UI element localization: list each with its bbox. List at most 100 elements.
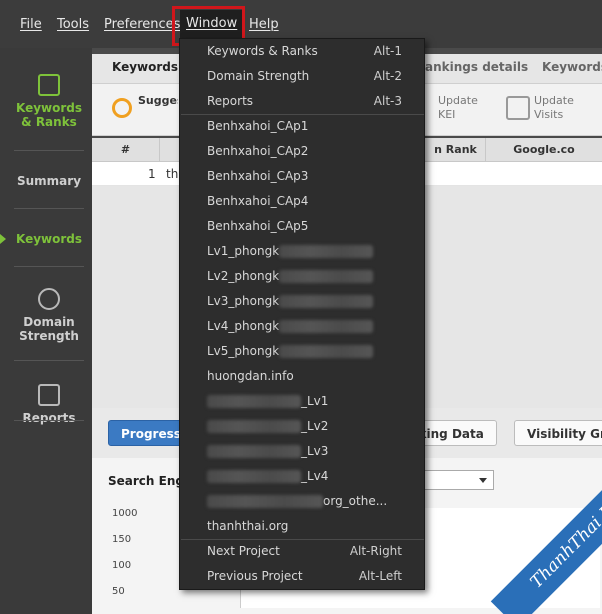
menu-item-label: Lv5_phongk <box>207 344 280 358</box>
menu-item-project[interactable]: Lv4_phongk <box>180 314 424 339</box>
menu-item-label: Benhxahoi_CAp4 <box>207 194 309 208</box>
sidebar-item-summary[interactable]: Summary <box>12 174 86 188</box>
blurred-text <box>279 270 374 283</box>
sidebar-item-keywords-ranks[interactable]: Keywords & Ranks <box>12 74 86 129</box>
menu-item-next-project[interactable]: Next Project Alt-Right <box>180 539 424 564</box>
sidebar-divider <box>14 420 84 421</box>
menu-item-label: Lv1_phongk <box>207 244 280 258</box>
menu-item-project[interactable]: Lv2_phongk <box>180 264 424 289</box>
sidebar-item-label: Summary <box>16 174 82 188</box>
update-kei-button[interactable]: Update KEI <box>438 94 478 122</box>
menu-tools[interactable]: Tools <box>57 17 89 32</box>
menu-item-label: Benhxahoi_CAp1 <box>207 119 309 133</box>
menu-item-reports[interactable]: Reports Alt-3 <box>180 89 424 114</box>
suggest-keyword-button[interactable]: Suggest Keyword <box>138 94 178 108</box>
menu-item-label: _Lv1 <box>301 394 329 408</box>
menu-item-label: _Lv3 <box>301 444 329 458</box>
menu-item-shortcut: Alt-1 <box>373 44 402 58</box>
blurred-text <box>207 495 323 508</box>
watermark-ribbon: ThanhThai Blog <box>490 474 602 614</box>
sidebar-item-reports[interactable]: Reports <box>12 384 86 425</box>
menu-item-label: org_othe... <box>323 494 388 508</box>
sidebar-item-domain-strength[interactable]: Domain Strength <box>12 288 86 343</box>
blurred-text <box>279 245 374 258</box>
menu-item-shortcut: Alt-3 <box>373 94 402 108</box>
menu-item-project[interactable]: _Lv4 <box>180 464 424 489</box>
menu-item-project[interactable]: thanhthai.org <box>180 514 424 539</box>
blurred-text <box>279 345 374 358</box>
menu-item-label: Previous Project <box>207 569 303 583</box>
lightbulb-icon <box>112 98 132 118</box>
menu-item-domain-strength[interactable]: Domain Strength Alt-2 <box>180 64 424 89</box>
menu-item-project[interactable]: Benhxahoi_CAp3 <box>180 164 424 189</box>
menu-item-label: Benhxahoi_CAp5 <box>207 219 309 233</box>
selected-arrow-icon <box>0 234 6 244</box>
sidebar-item-label: Keywords <box>15 232 83 246</box>
blurred-text <box>207 470 301 483</box>
blurred-text <box>207 420 301 433</box>
menu-item-label: thanhthai.org <box>207 519 289 533</box>
blurred-text <box>207 445 301 458</box>
menu-item-shortcut: Alt-Right <box>349 544 402 558</box>
menu-item-shortcut: Alt-Left <box>358 569 402 583</box>
sidebar: Keywords & Ranks Summary Keywords Domain… <box>0 48 92 614</box>
menu-item-label: Reports <box>207 94 254 108</box>
blurred-text <box>279 295 374 308</box>
menu-item-project[interactable]: Lv1_phongk <box>180 239 424 264</box>
menu-item-shortcut: Alt-2 <box>373 69 402 83</box>
menu-item-project[interactable]: Benhxahoi_CAp5 <box>180 214 424 239</box>
menu-item-project[interactable]: Lv3_phongk <box>180 289 424 314</box>
menu-item-previous-project[interactable]: Previous Project Alt-Left <box>180 564 424 589</box>
menu-item-label: Lv2_phongk <box>207 269 280 283</box>
sidebar-divider <box>14 150 84 151</box>
y-tick-label: 1000 <box>112 508 138 519</box>
menu-item-project[interactable]: _Lv2 <box>180 414 424 439</box>
y-tick-label: 50 <box>112 586 125 597</box>
sidebar-divider <box>14 360 84 361</box>
menu-file[interactable]: File <box>20 17 42 32</box>
watermark: ThanhThai Blog <box>462 474 602 614</box>
menu-item-label: Next Project <box>207 544 280 558</box>
blurred-text <box>207 395 301 408</box>
menu-item-project[interactable]: _Lv1 <box>180 389 424 414</box>
menu-item-label: Keywords & Ranks <box>207 44 318 58</box>
menu-item-label: _Lv2 <box>301 419 329 433</box>
sidebar-divider <box>14 208 84 209</box>
menu-item-label: Lv4_phongk <box>207 319 280 333</box>
menu-item-label: huongdan.info <box>207 369 294 383</box>
menu-item-project[interactable]: Lv5_phongk <box>180 339 424 364</box>
tab-rankings-details[interactable]: ankings details <box>425 60 528 74</box>
row-number: 1 <box>148 167 156 181</box>
blurred-text <box>279 320 374 333</box>
tab-visibility-graph[interactable]: Visibility Gra <box>514 420 602 446</box>
menu-preferences[interactable]: Preferences <box>104 17 180 32</box>
menu-item-keywords-ranks[interactable]: Keywords & Ranks Alt-1 <box>180 39 424 64</box>
menu-item-project[interactable]: Benhxahoi_CAp2 <box>180 139 424 164</box>
sidebar-divider <box>14 266 84 267</box>
sidebar-item-label: Keywords & Ranks <box>15 101 83 129</box>
sidebar-item-label: Reports <box>22 411 76 425</box>
sidebar-item-keywords[interactable]: Keywords <box>12 232 86 246</box>
y-tick-label: 150 <box>112 534 132 545</box>
menu-item-label: Lv3_phongk <box>207 294 280 308</box>
menu-item-project[interactable]: _Lv3 <box>180 439 424 464</box>
menu-item-label: _Lv4 <box>301 469 329 483</box>
window-menu: Keywords & Ranks Alt-1 Domain Strength A… <box>179 38 425 590</box>
menu-item-project[interactable]: huongdan.info <box>180 364 424 389</box>
column-rank[interactable]: n Rank <box>426 138 486 162</box>
menu-help[interactable]: Help <box>249 17 279 32</box>
tab-keywords[interactable]: Keywords <box>542 60 602 74</box>
update-visits-button[interactable]: Update Visits <box>534 94 580 122</box>
menu-item-project[interactable]: org_othe... <box>180 489 424 514</box>
menu-item-label: Benhxahoi_CAp2 <box>207 144 309 158</box>
chart-icon <box>38 74 60 96</box>
gauge-icon <box>38 288 60 310</box>
column-number[interactable]: # <box>92 138 160 162</box>
sidebar-item-label: Domain Strength <box>19 315 79 343</box>
menu-item-project[interactable]: Benhxahoi_CAp1 <box>180 114 424 139</box>
menu-item-project[interactable]: Benhxahoi_CAp4 <box>180 189 424 214</box>
column-google[interactable]: Google.co <box>486 138 602 162</box>
menu-item-label: Domain Strength <box>207 69 310 83</box>
y-tick-label: 100 <box>112 560 132 571</box>
menu-item-label: Benhxahoi_CAp3 <box>207 169 309 183</box>
